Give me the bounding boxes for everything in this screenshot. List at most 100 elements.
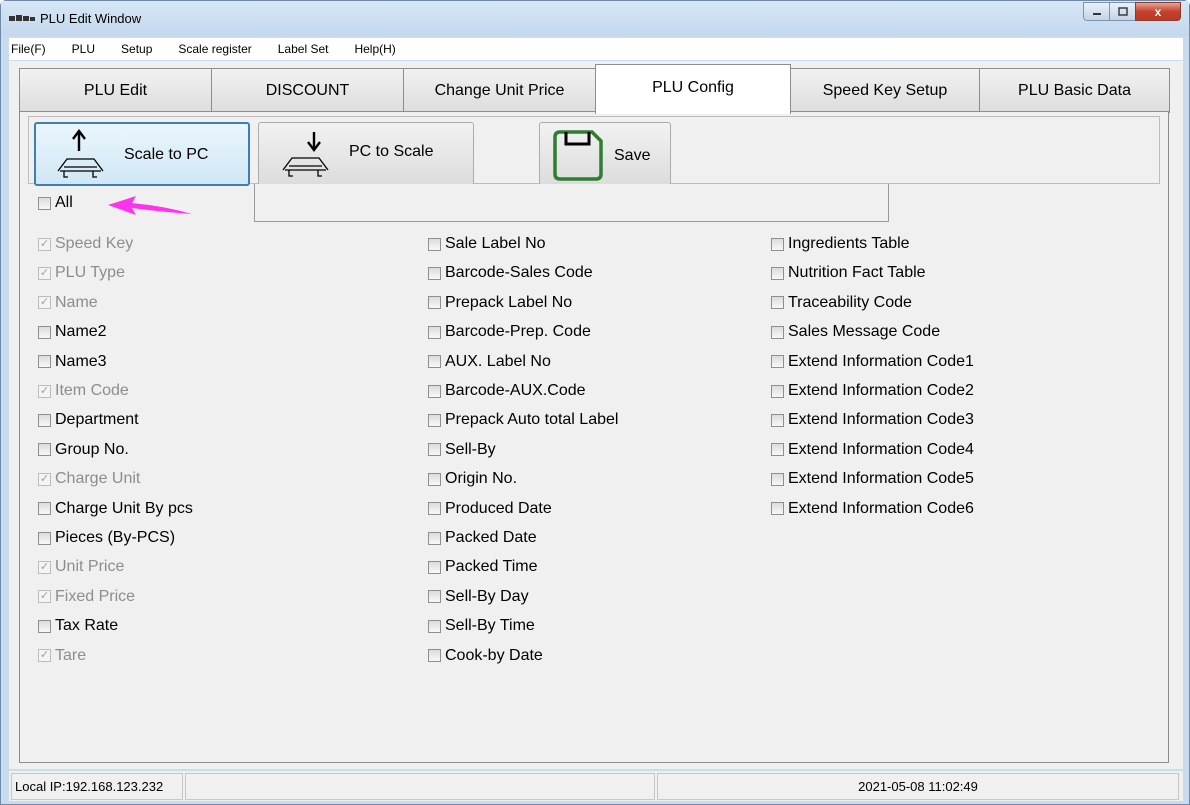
field-checkbox-row[interactable]: Sale Label No bbox=[428, 233, 546, 255]
menu-scale-register[interactable]: Scale register bbox=[169, 42, 251, 56]
field-checkbox[interactable] bbox=[38, 443, 51, 457]
field-checkbox-row[interactable]: Name2 bbox=[38, 321, 107, 343]
scale-to-pc-button[interactable]: Scale to PC bbox=[34, 122, 250, 186]
field-checkbox-row[interactable]: Barcode-Prep. Code bbox=[428, 321, 591, 343]
field-checkbox-row[interactable]: Pieces (By-PCS) bbox=[38, 527, 175, 549]
title-bar[interactable]: PLU Edit Window x bbox=[1, 1, 1189, 36]
field-checkbox-row[interactable]: Group No. bbox=[38, 439, 129, 461]
field-checkbox[interactable] bbox=[771, 266, 784, 280]
field-checkbox[interactable] bbox=[428, 531, 441, 545]
field-checkbox[interactable] bbox=[428, 266, 441, 280]
field-checkbox: ✓ bbox=[38, 649, 51, 663]
field-checkbox[interactable] bbox=[771, 355, 784, 369]
minimize-button[interactable] bbox=[1083, 2, 1110, 21]
field-checkbox[interactable] bbox=[38, 619, 51, 633]
field-checkbox[interactable] bbox=[771, 413, 784, 427]
maximize-button[interactable] bbox=[1109, 2, 1136, 21]
datetime-text: 2021-05-08 11:02:49 bbox=[858, 779, 978, 794]
field-checkbox[interactable] bbox=[428, 472, 441, 486]
field-checkbox-row[interactable]: Extend Information Code4 bbox=[771, 439, 974, 461]
save-button[interactable]: Save bbox=[539, 122, 671, 186]
field-checkbox-row[interactable]: Nutrition Fact Table bbox=[771, 262, 926, 284]
field-checkbox-row[interactable]: Extend Information Code1 bbox=[771, 351, 974, 373]
field-checkbox[interactable] bbox=[428, 619, 441, 633]
tab-plu-edit[interactable]: PLU Edit bbox=[19, 68, 212, 113]
field-checkbox-row: ✓ Speed Key bbox=[38, 233, 133, 255]
field-checkbox[interactable] bbox=[428, 237, 441, 251]
field-checkbox-row[interactable]: Ingredients Table bbox=[771, 233, 910, 255]
field-checkbox[interactable] bbox=[428, 384, 441, 398]
all-checkbox[interactable] bbox=[38, 196, 51, 210]
field-checkbox-label: Department bbox=[55, 411, 139, 429]
close-button[interactable]: x bbox=[1135, 2, 1181, 21]
field-checkbox[interactable] bbox=[38, 502, 51, 516]
field-checkbox-label: Sell-By bbox=[445, 440, 496, 458]
field-checkbox-row[interactable]: Cook-by Date bbox=[428, 645, 543, 667]
field-checkbox-row[interactable]: Sell-By Time bbox=[428, 615, 535, 637]
annotation-arrow-icon bbox=[108, 196, 192, 215]
field-checkbox[interactable] bbox=[428, 502, 441, 516]
field-checkbox-row[interactable]: AUX. Label No bbox=[428, 351, 551, 373]
field-checkbox-label: Traceability Code bbox=[788, 293, 912, 311]
pc-to-scale-button[interactable]: PC to Scale bbox=[258, 122, 474, 186]
field-checkbox[interactable] bbox=[428, 413, 441, 427]
field-checkbox[interactable] bbox=[428, 355, 441, 369]
field-checkbox-row[interactable]: Extend Information Code3 bbox=[771, 409, 974, 431]
tab-speed-key-setup[interactable]: Speed Key Setup bbox=[790, 68, 980, 113]
field-checkbox[interactable] bbox=[38, 531, 51, 545]
tab-discount[interactable]: DISCOUNT bbox=[211, 68, 404, 113]
field-checkbox[interactable] bbox=[428, 443, 441, 457]
field-checkbox-row[interactable]: Extend Information Code2 bbox=[771, 380, 974, 402]
tab-plu-basic-data[interactable]: PLU Basic Data bbox=[979, 68, 1170, 113]
field-checkbox[interactable] bbox=[428, 590, 441, 604]
field-checkbox-row[interactable]: Department bbox=[38, 409, 139, 431]
menu-plu[interactable]: PLU bbox=[63, 42, 95, 56]
field-checkbox-row[interactable]: Produced Date bbox=[428, 498, 552, 520]
download-scale-icon bbox=[282, 132, 329, 177]
field-checkbox[interactable] bbox=[428, 560, 441, 574]
field-checkbox-row[interactable]: Extend Information Code6 bbox=[771, 498, 974, 520]
field-checkbox[interactable] bbox=[771, 502, 784, 516]
field-checkbox-row[interactable]: Charge Unit By pcs bbox=[38, 498, 193, 520]
field-checkbox-row[interactable]: Prepack Label No bbox=[428, 292, 572, 314]
field-checkbox-row[interactable]: Name3 bbox=[38, 351, 107, 373]
field-checkbox-label: Barcode-Sales Code bbox=[445, 264, 593, 282]
menu-file[interactable]: File(F) bbox=[9, 42, 46, 56]
field-checkbox[interactable] bbox=[771, 296, 784, 310]
all-checkbox-row[interactable]: All bbox=[38, 192, 73, 214]
field-checkbox-label: Packed Time bbox=[445, 558, 538, 576]
field-checkbox[interactable] bbox=[38, 355, 51, 369]
field-checkbox[interactable] bbox=[771, 237, 784, 251]
field-checkbox-row[interactable]: Prepack Auto total Label bbox=[428, 409, 618, 431]
field-checkbox-row[interactable]: Packed Time bbox=[428, 556, 537, 578]
field-checkbox[interactable] bbox=[771, 384, 784, 398]
field-checkbox[interactable] bbox=[38, 413, 51, 427]
field-checkbox-row[interactable]: Origin No. bbox=[428, 468, 517, 490]
field-checkbox[interactable] bbox=[771, 325, 784, 339]
field-checkbox-row[interactable]: Sell-By Day bbox=[428, 586, 529, 608]
field-checkbox-row[interactable]: Sales Message Code bbox=[771, 321, 940, 343]
field-checkbox-row[interactable]: Barcode-AUX.Code bbox=[428, 380, 586, 402]
field-checkbox-row[interactable]: Tax Rate bbox=[38, 615, 118, 637]
field-checkbox[interactable] bbox=[38, 325, 51, 339]
tab-strip: PLU Edit DISCOUNT Change Unit Price PLU … bbox=[19, 64, 1170, 114]
field-checkbox-label: Speed Key bbox=[55, 235, 134, 252]
field-checkbox-label: Sell-By Day bbox=[445, 587, 529, 605]
menu-help[interactable]: Help(H) bbox=[345, 42, 395, 56]
field-checkbox[interactable] bbox=[771, 443, 784, 457]
tab-change-unit-price[interactable]: Change Unit Price bbox=[403, 68, 596, 113]
field-checkbox-label: Sell-By Time bbox=[445, 617, 535, 635]
field-checkbox-row[interactable]: Barcode-Sales Code bbox=[428, 262, 593, 284]
field-checkbox[interactable] bbox=[428, 296, 441, 310]
field-checkbox-row[interactable]: Traceability Code bbox=[771, 292, 912, 314]
menu-label-set[interactable]: Label Set bbox=[269, 42, 329, 56]
tab-plu-config[interactable]: PLU Config bbox=[595, 64, 791, 114]
field-checkbox[interactable] bbox=[771, 472, 784, 486]
field-checkbox[interactable] bbox=[428, 325, 441, 339]
field-checkbox-row[interactable]: Sell-By bbox=[428, 439, 496, 461]
field-checkbox[interactable] bbox=[428, 649, 441, 663]
field-checkbox-label: Name3 bbox=[55, 352, 107, 370]
field-checkbox-row[interactable]: Extend Information Code5 bbox=[771, 468, 974, 490]
field-checkbox-row[interactable]: Packed Date bbox=[428, 527, 537, 549]
menu-setup[interactable]: Setup bbox=[112, 42, 152, 56]
